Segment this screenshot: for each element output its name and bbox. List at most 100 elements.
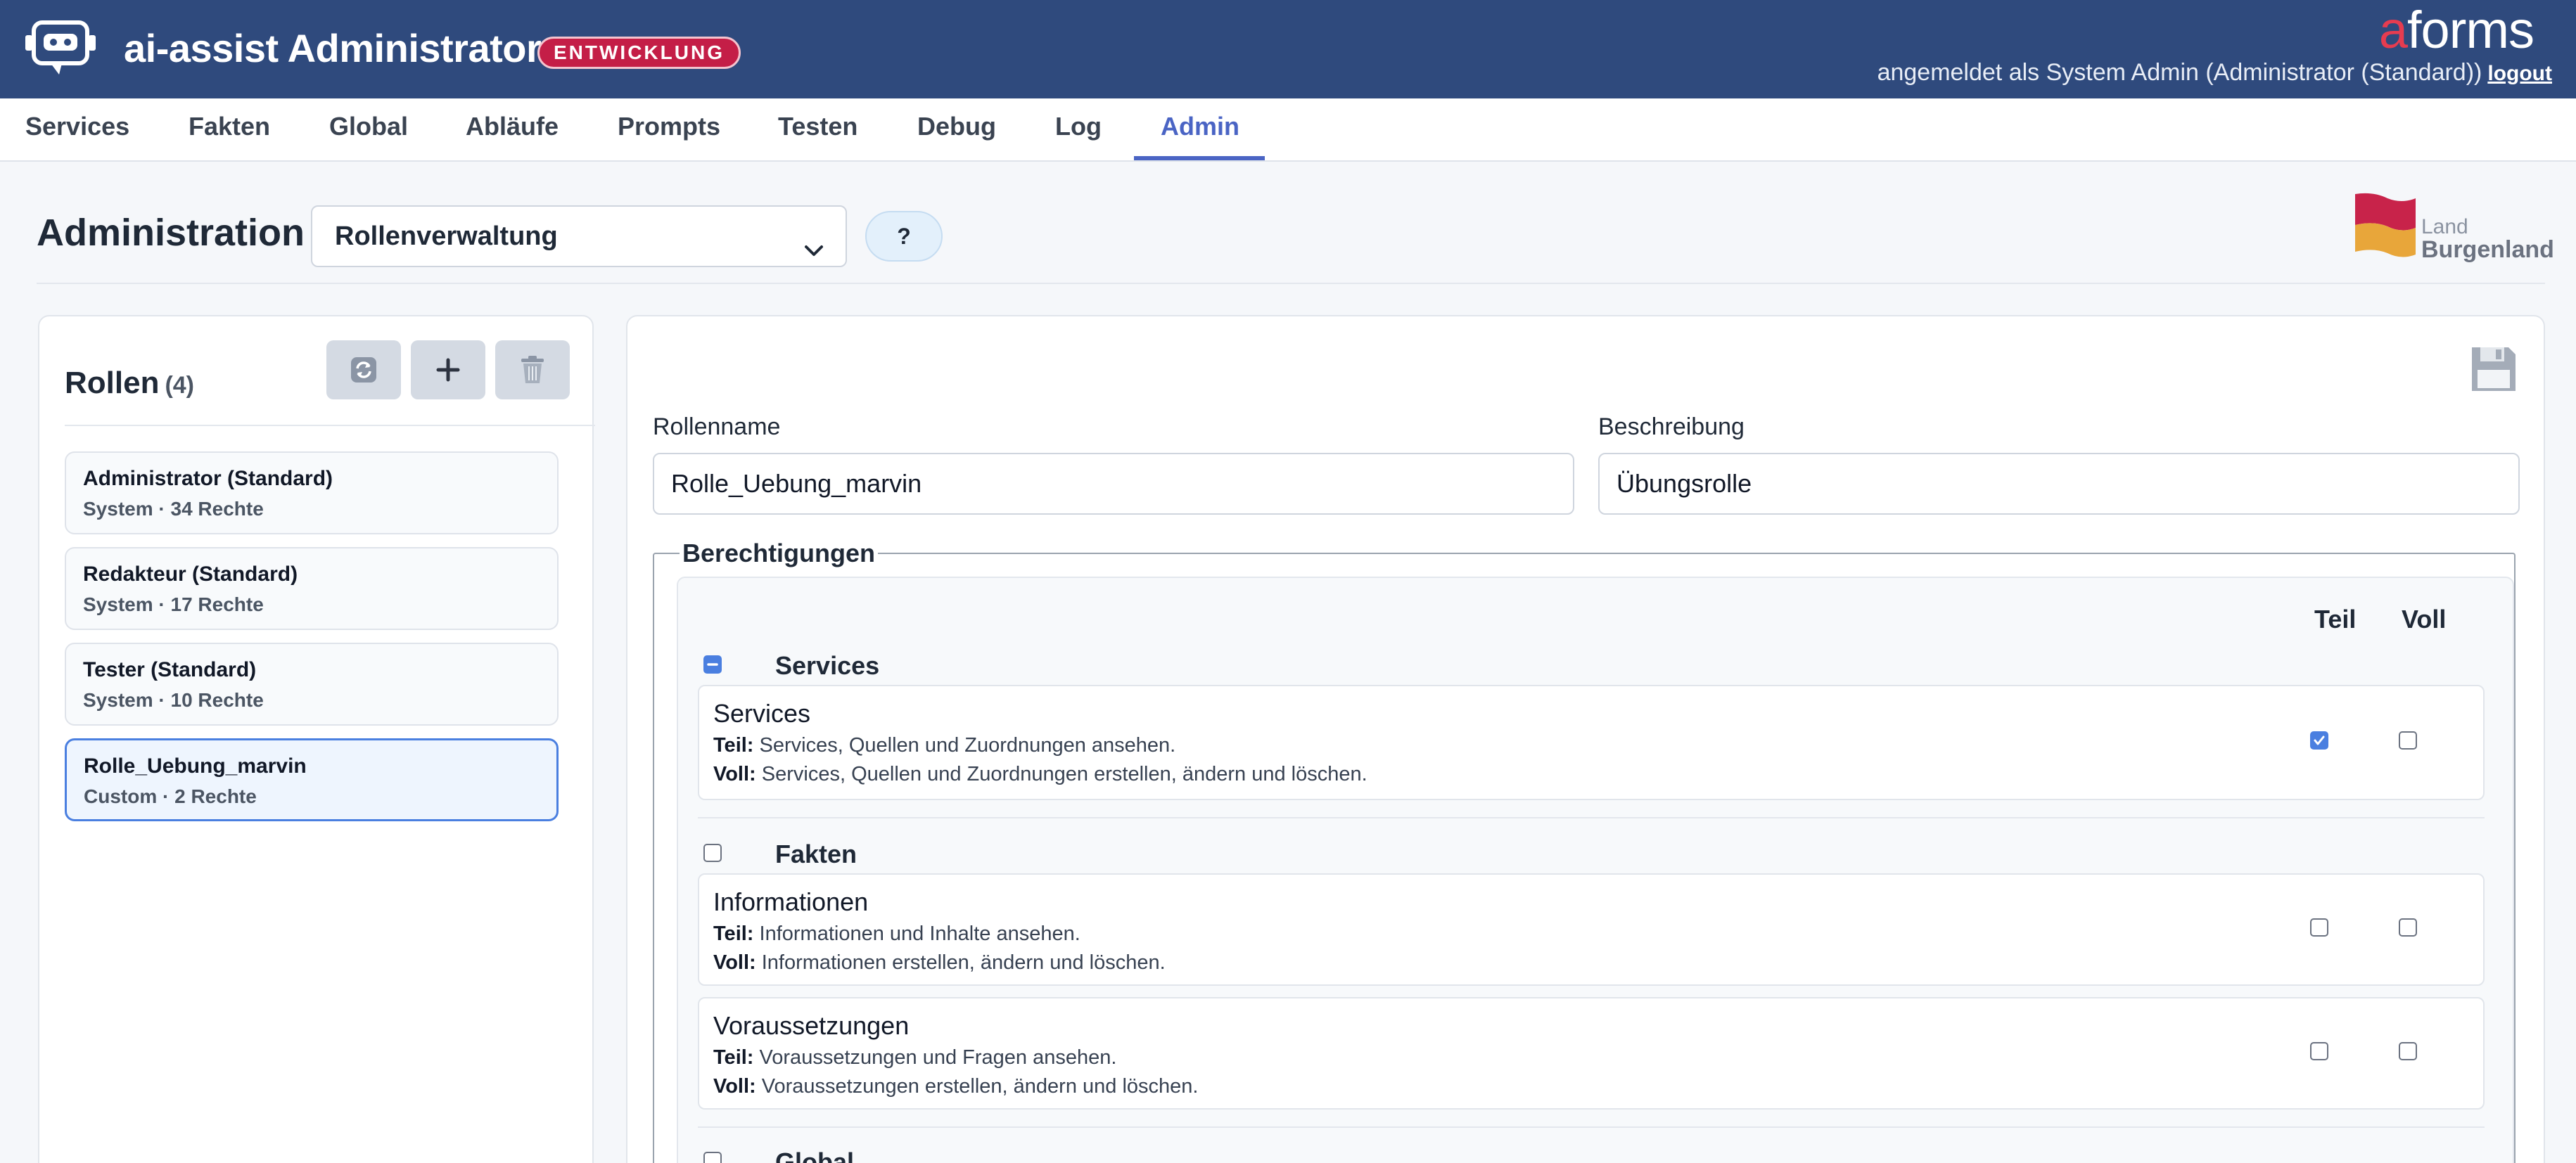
- nav-services[interactable]: Services: [25, 98, 129, 162]
- admin-section-value: Rollenverwaltung: [335, 221, 558, 251]
- roles-panel: Rollen (4) Administrator (Standard) Syste…: [38, 315, 595, 1163]
- voraussetzungen-teil-checkbox[interactable]: [2310, 1042, 2328, 1060]
- refresh-button[interactable]: [326, 340, 401, 399]
- column-voll: Voll: [2402, 605, 2447, 634]
- permission-voll-desc: Voll: Services, Quellen und Zuordnungen …: [713, 763, 2469, 786]
- permission-voll-desc: Voll: Voraussetzungen erstellen, ändern …: [713, 1075, 2469, 1098]
- teil-text: Informationen und Inhalte ansehen.: [759, 923, 1080, 945]
- voll-label: Voll:: [713, 1075, 756, 1098]
- roles-heading: Rollen (4): [65, 366, 194, 401]
- role-name: Tester (Standard): [83, 658, 257, 681]
- role-item-tester[interactable]: Tester (Standard) System · 10 Rechte: [65, 643, 559, 726]
- nav-prompts[interactable]: Prompts: [618, 98, 720, 162]
- brand-letter-a: a: [2378, 1, 2408, 59]
- role-name: Rolle_Uebung_marvin: [84, 754, 307, 778]
- nav-fakten[interactable]: Fakten: [189, 98, 270, 162]
- teil-text: Voraussetzungen und Fragen ansehen.: [759, 1046, 1117, 1069]
- app-title: ai-assist Administrator: [124, 26, 542, 70]
- logo-land-text: Land: [2421, 215, 2468, 238]
- permission-title: Services: [713, 699, 811, 728]
- voll-label: Voll:: [713, 763, 756, 785]
- role-item-redakteur[interactable]: Redakteur (Standard) System · 17 Rechte: [65, 547, 559, 630]
- floppy-disk-icon: [2472, 347, 2516, 391]
- voraussetzungen-voll-checkbox[interactable]: [2399, 1042, 2417, 1060]
- permission-teil-desc: Teil: Services, Quellen und Zuordnungen …: [713, 734, 2469, 757]
- nav-ablaeufe[interactable]: Abläufe: [466, 98, 559, 162]
- description-input[interactable]: Übungsrolle: [1598, 453, 2520, 515]
- environment-badge: ENTWICKLUNG: [537, 37, 741, 69]
- teil-text: Services, Quellen und Zuordnungen ansehe…: [759, 734, 1176, 757]
- header-divider: [37, 283, 2545, 284]
- permission-informationen: Informationen Teil: Informationen und In…: [698, 873, 2485, 986]
- permission-teil-desc: Teil: Voraussetzungen und Fragen ansehen…: [713, 1046, 2469, 1069]
- permission-voraussetzungen: Voraussetzungen Teil: Voraussetzungen un…: [698, 997, 2485, 1110]
- top-bar: ai-assist Administrator ENTWICKLUNG afor…: [0, 0, 2576, 98]
- group-divider: [698, 817, 2485, 818]
- role-item-administrator[interactable]: Administrator (Standard) System · 34 Rec…: [65, 451, 559, 534]
- brand-wordmark: forms: [2407, 1, 2534, 59]
- voll-label: Voll:: [713, 951, 756, 974]
- nav-global[interactable]: Global: [329, 98, 408, 162]
- land-burgenland-logo: Land Burgenland: [2352, 190, 2554, 263]
- voll-text: Voraussetzungen erstellen, ändern und lö…: [761, 1075, 1199, 1098]
- role-meta: System · 10 Rechte: [83, 689, 264, 711]
- nav-testen[interactable]: Testen: [778, 98, 857, 162]
- group-services-checkbox[interactable]: [703, 655, 722, 674]
- nav-admin[interactable]: Admin: [1161, 98, 1239, 162]
- logout-link[interactable]: logout: [2487, 62, 2552, 85]
- role-item-rolle-uebung-marvin[interactable]: Rolle_Uebung_marvin Custom · 2 Rechte: [65, 738, 559, 821]
- role-meta: Custom · 2 Rechte: [84, 785, 257, 807]
- services-teil-checkbox[interactable]: [2310, 731, 2328, 750]
- delete-role-button[interactable]: [495, 340, 570, 399]
- teil-label: Teil:: [713, 923, 754, 945]
- save-button[interactable]: [2469, 345, 2518, 397]
- logged-in-text: angemeldet als System Admin (Administrat…: [1877, 59, 2482, 86]
- group-label: Fakten: [775, 840, 857, 868]
- user-info: angemeldet als System Admin (Administrat…: [1877, 59, 2552, 86]
- group-divider: [698, 1126, 2485, 1128]
- group-global-checkbox[interactable]: [703, 1152, 722, 1163]
- permission-title: Voraussetzungen: [713, 1011, 910, 1040]
- voll-text: Informationen erstellen, ändern und lösc…: [761, 951, 1166, 974]
- main-nav: Services Fakten Global Abläufe Prompts T…: [0, 98, 2576, 162]
- roles-divider: [65, 425, 595, 426]
- robot-logo-icon: [24, 18, 97, 80]
- column-teil: Teil: [2314, 605, 2357, 634]
- roles-count: (4): [165, 372, 195, 399]
- informationen-teil-checkbox[interactable]: [2310, 918, 2328, 937]
- group-label: Services: [775, 651, 880, 680]
- role-meta: System · 17 Rechte: [83, 593, 264, 615]
- voll-text: Services, Quellen und Zuordnungen erstel…: [761, 763, 1367, 785]
- plus-icon: [436, 358, 460, 382]
- group-fakten-checkbox[interactable]: [703, 844, 722, 862]
- teil-label: Teil:: [713, 734, 754, 757]
- permission-voll-desc: Voll: Informationen erstellen, ändern un…: [713, 951, 2469, 975]
- informationen-voll-checkbox[interactable]: [2399, 918, 2417, 937]
- group-label: Global: [775, 1148, 855, 1163]
- role-name: Administrator (Standard): [83, 467, 333, 490]
- permission-services: Services Teil: Services, Quellen und Zuo…: [698, 685, 2485, 800]
- role-meta: System · 34 Rechte: [83, 498, 264, 520]
- page-title: Administration: [37, 212, 305, 254]
- rolename-label: Rollenname: [653, 413, 781, 440]
- permission-teil-desc: Teil: Informationen und Inhalte ansehen.: [713, 923, 2469, 946]
- flag-icon: [2355, 193, 2416, 257]
- refresh-icon: [351, 357, 376, 383]
- permission-title: Informationen: [713, 887, 869, 916]
- help-button[interactable]: ?: [865, 211, 943, 262]
- active-tab-indicator: [1134, 156, 1265, 160]
- services-voll-checkbox[interactable]: [2399, 731, 2417, 750]
- nav-log[interactable]: Log: [1055, 98, 1102, 162]
- description-label: Beschreibung: [1598, 413, 1745, 440]
- roles-title: Rollen: [65, 366, 160, 400]
- logo-burgenland-text: Burgenland: [2421, 236, 2554, 263]
- nav-debug[interactable]: Debug: [917, 98, 996, 162]
- role-name: Redakteur (Standard): [83, 563, 298, 586]
- aforms-brand-logo: aforms: [2379, 0, 2534, 60]
- add-role-button[interactable]: [411, 340, 485, 399]
- admin-section-select[interactable]: Rollenverwaltung: [311, 205, 847, 267]
- permissions-box: Teil Voll Services Services Teil: Servic…: [677, 577, 2514, 1163]
- trash-icon: [521, 356, 544, 383]
- teil-label: Teil:: [713, 1046, 754, 1069]
- rolename-input[interactable]: Rolle_Uebung_marvin: [653, 453, 1574, 515]
